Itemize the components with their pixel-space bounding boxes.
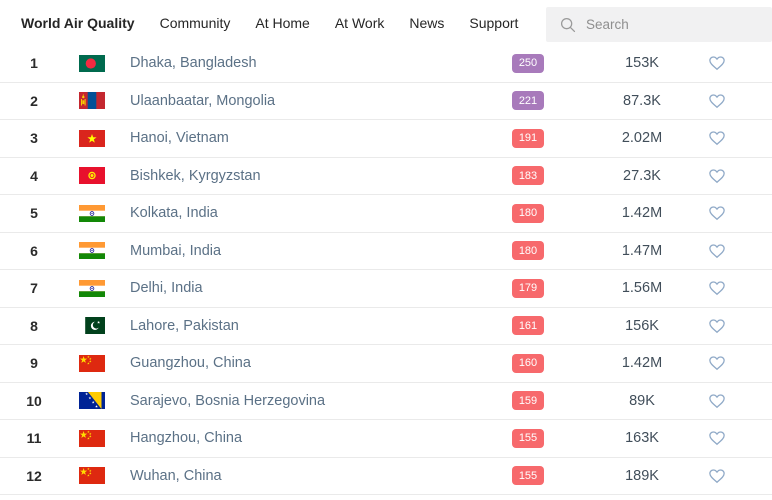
aqi-badge: 183 xyxy=(512,166,544,185)
aqi-badge: 155 xyxy=(512,429,544,448)
rank-number: 10 xyxy=(0,393,68,409)
city-name-link[interactable]: Hangzhou, China xyxy=(118,430,480,446)
followers-count: 163K xyxy=(576,430,708,446)
followers-count: 1.42M xyxy=(576,355,708,371)
aqi-badge: 155 xyxy=(512,466,544,485)
cn-flag-icon xyxy=(68,355,118,372)
bd-flag-icon xyxy=(68,55,118,72)
nav-item-at-work[interactable]: At Work xyxy=(335,15,385,31)
favorite-heart-icon[interactable] xyxy=(708,392,726,410)
city-ranking-row[interactable]: 12 Wuhan, China 155 189K xyxy=(0,458,772,496)
nav-item-community[interactable]: Community xyxy=(160,15,231,31)
followers-count: 153K xyxy=(576,55,708,71)
favorite-heart-icon[interactable] xyxy=(708,242,726,260)
rank-number: 6 xyxy=(0,243,68,259)
favorite-heart-icon[interactable] xyxy=(708,204,726,222)
city-name-link[interactable]: Mumbai, India xyxy=(118,243,480,259)
city-ranking-row[interactable]: 6 Mumbai, India 180 1.47M xyxy=(0,233,772,271)
aqi-badge: 180 xyxy=(512,241,544,260)
favorite-heart-icon[interactable] xyxy=(708,92,726,110)
city-ranking-list: 1 Dhaka, Bangladesh 250 153K 2 Ulaanbaat… xyxy=(0,45,772,495)
city-name-link[interactable]: Lahore, Pakistan xyxy=(118,318,480,334)
cn-flag-icon xyxy=(68,467,118,484)
rank-number: 3 xyxy=(0,130,68,146)
followers-count: 1.42M xyxy=(576,205,708,221)
search-icon xyxy=(559,16,577,34)
favorite-heart-icon[interactable] xyxy=(708,54,726,72)
city-name-link[interactable]: Guangzhou, China xyxy=(118,355,480,371)
city-name-link[interactable]: Ulaanbaatar, Mongolia xyxy=(118,93,480,109)
aqi-badge: 250 xyxy=(512,54,544,73)
rank-number: 7 xyxy=(0,280,68,296)
rank-number: 12 xyxy=(0,468,68,484)
followers-count: 1.56M xyxy=(576,280,708,296)
followers-count: 189K xyxy=(576,468,708,484)
aqi-badge: 179 xyxy=(512,279,544,298)
followers-count: 156K xyxy=(576,318,708,334)
rank-number: 9 xyxy=(0,355,68,371)
city-name-link[interactable]: Bishkek, Kyrgyzstan xyxy=(118,168,480,184)
followers-count: 89K xyxy=(576,393,708,409)
search-box[interactable] xyxy=(546,7,772,42)
aqi-badge: 159 xyxy=(512,391,544,410)
city-ranking-row[interactable]: 3 Hanoi, Vietnam 191 2.02M xyxy=(0,120,772,158)
city-ranking-row[interactable]: 5 Kolkata, India 180 1.42M xyxy=(0,195,772,233)
aqi-badge: 180 xyxy=(512,204,544,223)
followers-count: 1.47M xyxy=(576,243,708,259)
aqi-badge: 191 xyxy=(512,129,544,148)
nav-item-at-home[interactable]: At Home xyxy=(255,15,309,31)
nav-links: Community At Home At Work News Support xyxy=(160,15,519,31)
favorite-heart-icon[interactable] xyxy=(708,467,726,485)
top-nav: World Air Quality Community At Home At Wor… xyxy=(0,0,772,45)
rank-number: 8 xyxy=(0,318,68,334)
city-name-link[interactable]: Sarajevo, Bosnia Herzegovina xyxy=(118,393,480,409)
city-name-link[interactable]: Delhi, India xyxy=(118,280,480,296)
rank-number: 5 xyxy=(0,205,68,221)
brand-world-air-quality[interactable]: World Air Quality xyxy=(21,15,135,31)
favorite-heart-icon[interactable] xyxy=(708,429,726,447)
followers-count: 2.02M xyxy=(576,130,708,146)
city-name-link[interactable]: Wuhan, China xyxy=(118,468,480,484)
favorite-heart-icon[interactable] xyxy=(708,354,726,372)
search-input[interactable] xyxy=(586,17,762,32)
aqi-badge: 160 xyxy=(512,354,544,373)
favorite-heart-icon[interactable] xyxy=(708,317,726,335)
city-ranking-row[interactable]: 4 Bishkek, Kyrgyzstan 183 27.3K xyxy=(0,158,772,196)
favorite-heart-icon[interactable] xyxy=(708,129,726,147)
vn-flag-icon xyxy=(68,130,118,147)
favorite-heart-icon[interactable] xyxy=(708,279,726,297)
favorite-heart-icon[interactable] xyxy=(708,167,726,185)
city-ranking-row[interactable]: 1 Dhaka, Bangladesh 250 153K xyxy=(0,45,772,83)
city-ranking-row[interactable]: 9 Guangzhou, China 160 1.42M xyxy=(0,345,772,383)
city-ranking-row[interactable]: 2 Ulaanbaatar, Mongolia 221 87.3K xyxy=(0,83,772,121)
in-flag-icon xyxy=(68,205,118,222)
followers-count: 87.3K xyxy=(576,93,708,109)
mn-flag-icon xyxy=(68,92,118,109)
nav-item-support[interactable]: Support xyxy=(469,15,518,31)
rank-number: 11 xyxy=(0,430,68,446)
kg-flag-icon xyxy=(68,167,118,184)
in-flag-icon xyxy=(68,280,118,297)
aqi-badge: 221 xyxy=(512,91,544,110)
city-ranking-row[interactable]: 10 Sarajevo, Bosnia Herzegovina 159 89K xyxy=(0,383,772,421)
cn-flag-icon xyxy=(68,430,118,447)
pk-flag-icon xyxy=(68,317,118,334)
rank-number: 1 xyxy=(0,55,68,71)
city-name-link[interactable]: Kolkata, India xyxy=(118,205,480,221)
city-ranking-row[interactable]: 11 Hangzhou, China 155 163K xyxy=(0,420,772,458)
rank-number: 4 xyxy=(0,168,68,184)
aqi-badge: 161 xyxy=(512,316,544,335)
city-name-link[interactable]: Dhaka, Bangladesh xyxy=(118,55,480,71)
city-name-link[interactable]: Hanoi, Vietnam xyxy=(118,130,480,146)
city-ranking-row[interactable]: 7 Delhi, India 179 1.56M xyxy=(0,270,772,308)
followers-count: 27.3K xyxy=(576,168,708,184)
in-flag-icon xyxy=(68,242,118,259)
nav-item-news[interactable]: News xyxy=(409,15,444,31)
rank-number: 2 xyxy=(0,93,68,109)
ba-flag-icon xyxy=(68,392,118,409)
city-ranking-row[interactable]: 8 Lahore, Pakistan 161 156K xyxy=(0,308,772,346)
